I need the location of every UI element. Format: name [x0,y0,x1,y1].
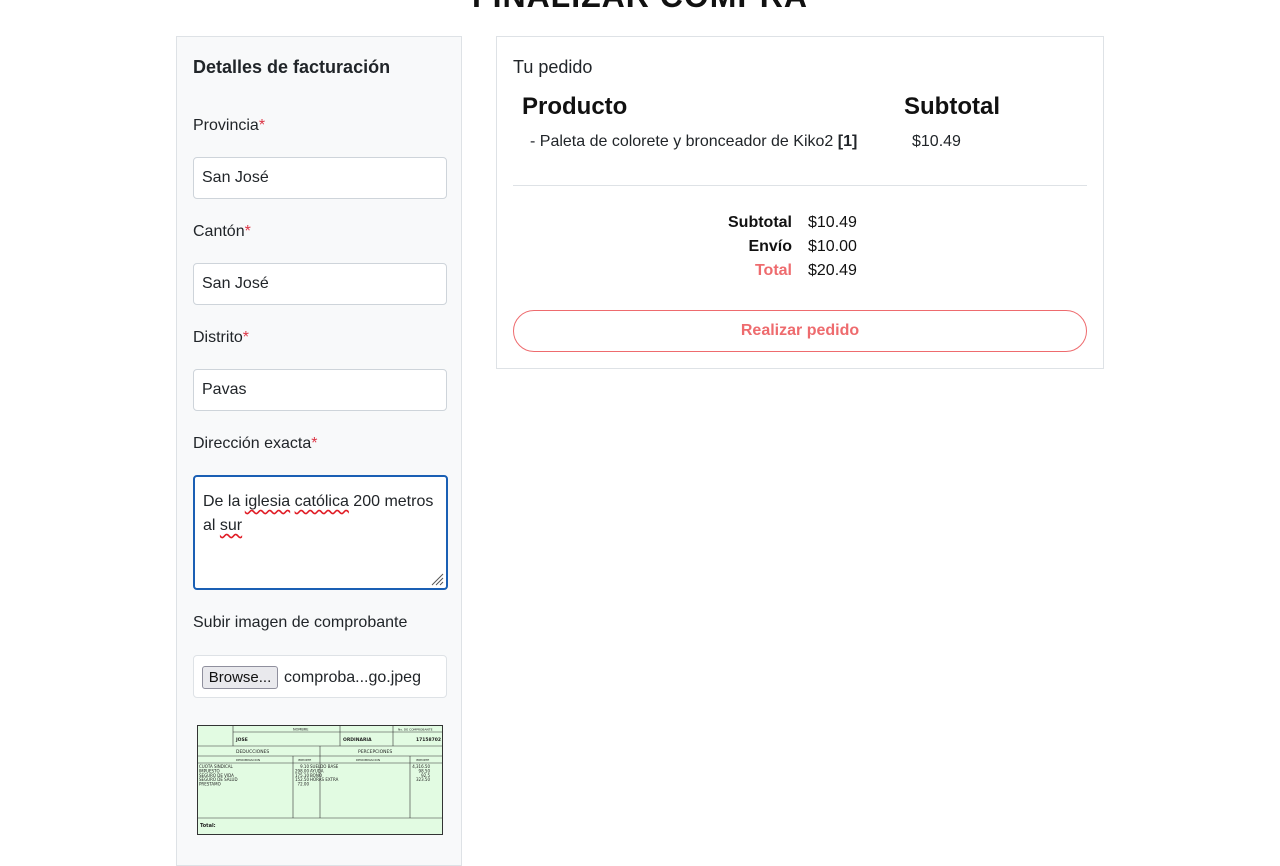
order-panel: Tu pedido Producto Subtotal - Paleta de … [496,36,1104,369]
comprobante-label: Subir imagen de comprobante [193,614,408,631]
provincia-field[interactable]: San José [193,157,447,199]
summary-shipping-value: $10.00 [808,238,857,255]
order-item-name: - Paleta de colorete y bronceador de Kik… [530,133,858,150]
receipt-percepciones: PERCEPCIONES [358,749,392,755]
receipt-importe-2: IMPORTE [416,758,429,762]
browse-button[interactable]: Browse... [202,666,278,689]
receipt-ded-values: 9.10 298.00 175.10 152.50 72.00 [295,764,309,787]
receipt-cedula-header: No. DE COMPROBANTE [398,728,433,732]
receipt-deducciones: DEDUCCIONES [236,749,269,755]
receipt-ded-items: CUOTA SINDICAL IMPUESTO SEGURO DE VIDA SEGU… [199,764,238,787]
resize-grip-icon[interactable] [430,572,444,586]
summary-total-value: $20.49 [808,262,857,279]
required-mark: * [311,435,318,452]
receipt-number: 17158702 [416,737,441,743]
required-mark: * [258,117,266,134]
required-mark: * [242,329,250,346]
summary-shipping-label: Envío [748,238,792,255]
receipt-name: JOSE [235,737,248,743]
order-heading: Tu pedido [513,57,593,77]
direccion-textarea[interactable]: De la iglesia católica 200 metros al sur [193,475,448,590]
distrito-label: Distrito* [193,329,250,346]
required-mark: * [244,223,251,240]
divider [513,185,1087,186]
receipt-importe: IMPORTE [298,758,311,762]
receipt-per-values: 4,316.50 98.50 92.5 323.50 [412,764,430,782]
receipt-name-header: NOMBRE [293,728,308,732]
page-title: FINALIZAR COMPRA [0,0,1280,15]
provincia-label: Provincia* [193,117,266,134]
direccion-label: Dirección exacta* [193,435,318,452]
place-order-button[interactable]: Realizar pedido [513,310,1087,352]
receipt-denominacion: DENOMINACION [236,758,260,762]
col-product-header: Producto [522,93,628,120]
billing-heading: Detalles de facturación [193,57,391,77]
order-item-qty: [1] [837,133,858,150]
col-subtotal-header: Subtotal [904,93,1000,120]
selected-file-name: comproba...go.jpeg [284,669,421,686]
summary-subtotal-value: $10.49 [808,214,857,231]
receipt-total: Total: [200,823,216,829]
billing-details-panel: Detalles de facturación Provincia* San J… [176,36,462,866]
comprobante-preview-image: NOMBRE No. DE COMPROBANTE JOSE ORDINARIA… [197,725,443,835]
order-item-subtotal: $10.49 [912,133,961,150]
receipt-type: ORDINARIA [343,737,372,743]
comprobante-file-input[interactable]: Browse... comproba...go.jpeg [193,655,447,698]
canton-label: Cantón* [193,223,251,240]
summary-total-label: Total [754,262,792,279]
distrito-field[interactable]: Pavas [193,369,447,411]
receipt-per-items: SUELDO BASE AYUDA BONO HORAS EXTRA [310,764,339,782]
canton-field[interactable]: San José [193,263,447,305]
receipt-denominacion-2: DENOMINACION [356,758,380,762]
summary-subtotal-label: Subtotal [728,214,792,231]
